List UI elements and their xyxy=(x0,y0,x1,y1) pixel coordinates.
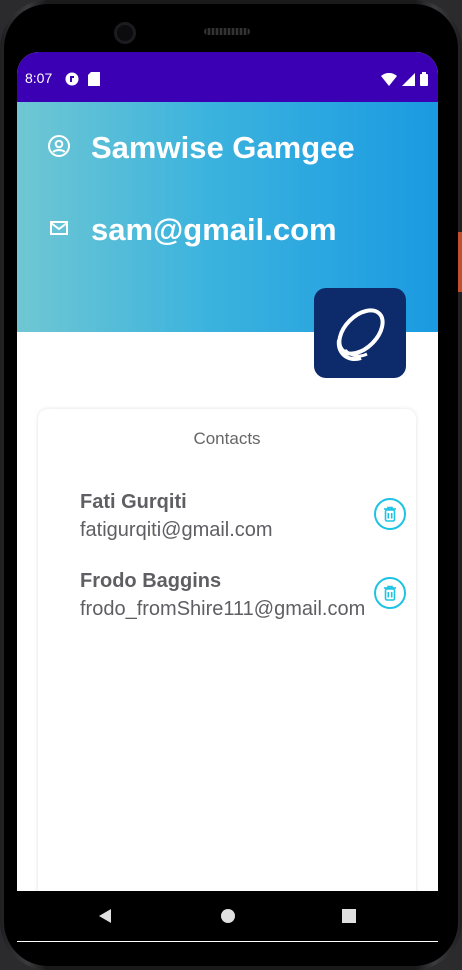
status-time: 8:07 xyxy=(25,70,53,86)
trash-icon xyxy=(384,506,396,522)
sd-card-icon xyxy=(88,71,100,90)
app-logo xyxy=(314,288,406,378)
back-icon[interactable] xyxy=(97,908,113,928)
power-button[interactable] xyxy=(458,232,462,292)
earpiece-speaker xyxy=(204,28,250,35)
contact-item[interactable]: Frodo Baggins frodo_fromShire111@gmail.c… xyxy=(80,568,365,624)
mail-icon xyxy=(47,216,71,244)
home-icon[interactable] xyxy=(219,907,237,929)
contact-name: Fati Gurqiti xyxy=(80,491,187,513)
account-circle-icon xyxy=(47,134,71,162)
contact-name: Frodo Baggins xyxy=(80,570,222,592)
profile-name: Samwise Gamgee xyxy=(91,130,355,165)
navigation-bar xyxy=(17,891,438,941)
front-camera xyxy=(114,22,136,44)
contact-email: fatigurqiti@gmail.com xyxy=(80,519,273,541)
trash-icon xyxy=(384,585,396,601)
app-screen: 8:07 Samwise Gamgee sam@gmail.com Contac… xyxy=(17,52,438,942)
notification-icon xyxy=(65,71,79,90)
battery-icon xyxy=(420,71,428,90)
contact-item[interactable]: Fati Gurqiti fatigurqiti@gmail.com xyxy=(80,489,273,545)
delete-contact-button[interactable] xyxy=(374,577,406,609)
recents-icon[interactable] xyxy=(341,908,357,928)
planet-logo-icon xyxy=(336,308,385,361)
profile-email: sam@gmail.com xyxy=(91,212,337,247)
wifi-icon xyxy=(381,71,397,90)
delete-contact-button[interactable] xyxy=(374,498,406,530)
contact-email: frodo_fromShire111@gmail.com xyxy=(80,598,366,620)
contacts-card: Contacts Fati Gurqiti fatigurqiti@gmail.… xyxy=(38,409,416,942)
profile-email-row: sam@gmail.com xyxy=(47,212,337,248)
signal-icon xyxy=(402,71,415,90)
profile-name-row: Samwise Gamgee xyxy=(47,130,355,166)
contacts-title: Contacts xyxy=(193,429,261,448)
status-bar: 8:07 xyxy=(17,52,438,102)
